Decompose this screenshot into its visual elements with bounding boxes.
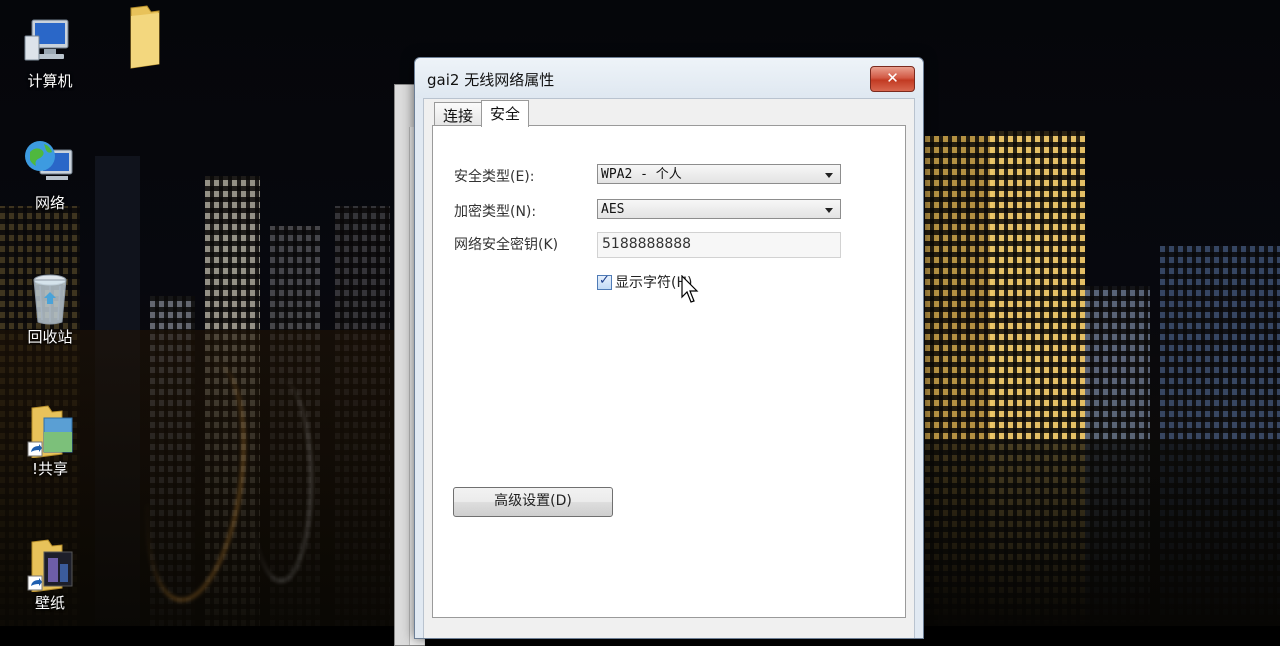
network-globe-icon — [22, 136, 78, 192]
desktop-icon-label: 回收站 — [27, 328, 73, 346]
tab-strip: 连接 安全 — [434, 100, 530, 127]
encryption-type-label: 加密类型(N): — [454, 204, 537, 220]
desktop-icon-wallpaper[interactable]: 壁纸 — [15, 536, 85, 612]
desktop-icon-folder[interactable] — [110, 2, 180, 74]
checkmark-icon: ✓ — [599, 273, 610, 288]
dialog-title: gai2 无线网络属性 — [427, 71, 555, 89]
desktop-icon-network[interactable]: 网络 — [15, 136, 85, 212]
encryption-type-value: AES — [601, 202, 625, 217]
desktop-icon-share[interactable]: !共享 — [15, 402, 85, 478]
encryption-type-select[interactable]: AES — [597, 199, 841, 219]
network-key-input[interactable]: 5188888888 — [597, 232, 841, 258]
shared-folder-shortcut-icon — [22, 402, 78, 459]
desktop-icon-recycle-bin[interactable]: 回收站 — [15, 270, 85, 346]
wireless-properties-dialog[interactable]: gai2 无线网络属性 ✕ 连接 安全 安全类型(E): WPA2 - 个人 加… — [414, 57, 924, 639]
folder-icon — [117, 2, 173, 72]
advanced-settings-button[interactable]: 高级设置(D) — [453, 487, 613, 517]
close-button[interactable]: ✕ — [870, 66, 915, 92]
computer-icon — [22, 14, 78, 70]
desktop-icon-label: 计算机 — [27, 72, 73, 90]
wallpaper-folder-shortcut-icon — [22, 536, 78, 593]
security-type-label: 安全类型(E): — [454, 169, 535, 185]
security-tab-panel: 安全类型(E): WPA2 - 个人 加密类型(N): AES 网络安全密钥(K… — [432, 125, 906, 618]
tab-security[interactable]: 安全 — [481, 100, 530, 127]
recycle-bin-icon — [22, 270, 78, 326]
desktop-icon-label: !共享 — [31, 460, 68, 478]
mouse-cursor-icon — [681, 275, 699, 303]
dialog-client: 连接 安全 安全类型(E): WPA2 - 个人 加密类型(N): AES 网络… — [423, 98, 915, 638]
show-characters-checkbox[interactable]: ✓ — [597, 273, 612, 290]
dialog-titlebar[interactable]: gai2 无线网络属性 ✕ — [415, 58, 923, 98]
tab-connection[interactable]: 连接 — [434, 102, 483, 127]
desktop-icon-label: 网络 — [34, 194, 65, 212]
security-type-select[interactable]: WPA2 - 个人 — [597, 164, 841, 184]
security-type-value: WPA2 - 个人 — [601, 167, 682, 182]
desktop-icon-computer[interactable]: 计算机 — [15, 14, 85, 90]
network-key-label: 网络安全密钥(K) — [454, 237, 559, 253]
desktop-icon-label: 壁纸 — [34, 594, 65, 612]
chevron-down-icon — [825, 208, 833, 213]
chevron-down-icon — [825, 173, 833, 178]
close-icon: ✕ — [886, 69, 899, 87]
